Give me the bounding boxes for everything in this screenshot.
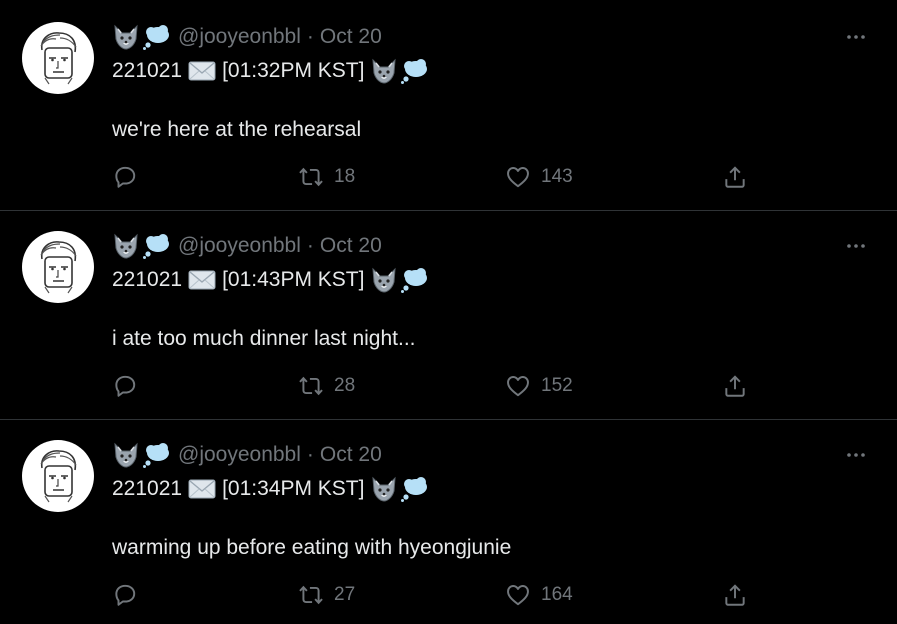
retweet-count: 18 [334,166,356,187]
more-button[interactable] [843,233,869,259]
wolf-emoji-icon [372,267,397,293]
reply-icon [115,375,136,397]
like-button[interactable]: 143 [505,162,573,192]
tweet-title-line: 221021 [01:43PM KST] [112,267,428,293]
reply-icon [115,584,136,606]
share-button[interactable] [722,580,748,610]
envelope-emoji-icon [188,479,216,499]
like-count: 164 [541,584,573,605]
avatar-sketch-icon [40,450,77,503]
tweet-time: [01:43PM KST] [222,268,365,291]
tweet-text: we're here at the rehearsal [112,118,362,141]
retweet-count: 27 [334,584,356,605]
user-handle[interactable]: @jooyeonbbl [178,442,301,468]
share-icon [725,375,745,397]
tweet-date[interactable]: Oct 20 [320,233,382,259]
more-button[interactable] [843,442,869,468]
more-icon [847,35,865,39]
tweet-code: 221021 [112,477,183,500]
retweet-button[interactable]: 28 [298,371,355,401]
like-count: 152 [541,375,573,396]
retweet-icon [299,585,323,605]
reply-button[interactable] [112,371,138,401]
share-icon [725,584,745,606]
more-icon [847,453,865,457]
thought-bubble-emoji-icon [401,477,428,502]
retweet-icon [299,167,323,187]
share-icon [725,166,745,188]
tweet[interactable]: @jooyeonbbl · Oct 20 221021 [01:43PM KST… [0,211,897,420]
tweet-code: 221021 [112,59,183,82]
thought-bubble-emoji-icon [143,443,169,468]
timeline: @jooyeonbbl · Oct 20 221021 [01:32PM KST… [0,0,897,624]
wolf-emoji-icon [114,442,138,468]
retweet-button[interactable]: 18 [298,162,355,192]
wolf-emoji-icon [372,476,397,502]
like-button[interactable]: 164 [505,580,573,610]
retweet-button[interactable]: 27 [298,580,355,610]
avatar[interactable] [22,440,94,512]
envelope-emoji-icon [188,270,216,290]
tweet-title-line: 221021 [01:34PM KST] [112,476,428,502]
more-button[interactable] [843,24,869,50]
tweet-date[interactable]: Oct 20 [320,24,382,50]
tweet-code: 221021 [112,268,183,291]
wolf-emoji-icon [114,233,138,259]
tweet-text: i ate too much dinner last night... [112,327,416,350]
tweet-time: [01:32PM KST] [222,59,365,82]
share-button[interactable] [722,162,748,192]
more-icon [847,244,865,248]
retweet-icon [299,376,323,396]
envelope-emoji-icon [188,61,216,81]
thought-bubble-emoji-icon [401,59,428,84]
tweet[interactable]: @jooyeonbbl · Oct 20 221021 [01:32PM KST… [0,2,897,211]
avatar-sketch-icon [40,241,77,294]
display-name[interactable] [112,233,170,259]
thought-bubble-emoji-icon [143,234,169,259]
wolf-emoji-icon [372,58,397,84]
display-name[interactable] [112,24,170,50]
heart-icon [507,167,529,188]
reply-button[interactable] [112,580,138,610]
tweet[interactable]: @jooyeonbbl · Oct 20 221021 [01:34PM KST… [0,420,897,624]
tweet-title-line: 221021 [01:32PM KST] [112,58,428,84]
tweet-text: warming up before eating with hyeongjuni… [112,536,512,559]
reply-button[interactable] [112,162,138,192]
separator-dot: · [306,25,314,48]
avatar[interactable] [22,231,94,303]
heart-icon [507,585,529,606]
separator-dot: · [306,234,314,257]
tweet-actions: 18 143 [0,162,897,192]
tweet-actions: 27 164 [0,580,897,610]
share-button[interactable] [722,371,748,401]
wolf-emoji-icon [114,24,138,50]
tweet-header: @jooyeonbbl · Oct 20 [112,24,382,50]
user-handle[interactable]: @jooyeonbbl [178,233,301,259]
avatar[interactable] [22,22,94,94]
avatar-sketch-icon [40,32,77,85]
display-name[interactable] [112,442,170,468]
like-button[interactable]: 152 [505,371,573,401]
retweet-count: 28 [334,375,356,396]
heart-icon [507,376,529,397]
tweet-date[interactable]: Oct 20 [320,442,382,468]
thought-bubble-emoji-icon [143,25,169,50]
tweet-header: @jooyeonbbl · Oct 20 [112,233,382,259]
user-handle[interactable]: @jooyeonbbl [178,24,301,50]
thought-bubble-emoji-icon [401,268,428,293]
tweet-actions: 28 152 [0,371,897,401]
like-count: 143 [541,166,573,187]
tweet-time: [01:34PM KST] [222,477,365,500]
tweet-header: @jooyeonbbl · Oct 20 [112,442,382,468]
separator-dot: · [306,443,314,466]
reply-icon [115,166,136,188]
